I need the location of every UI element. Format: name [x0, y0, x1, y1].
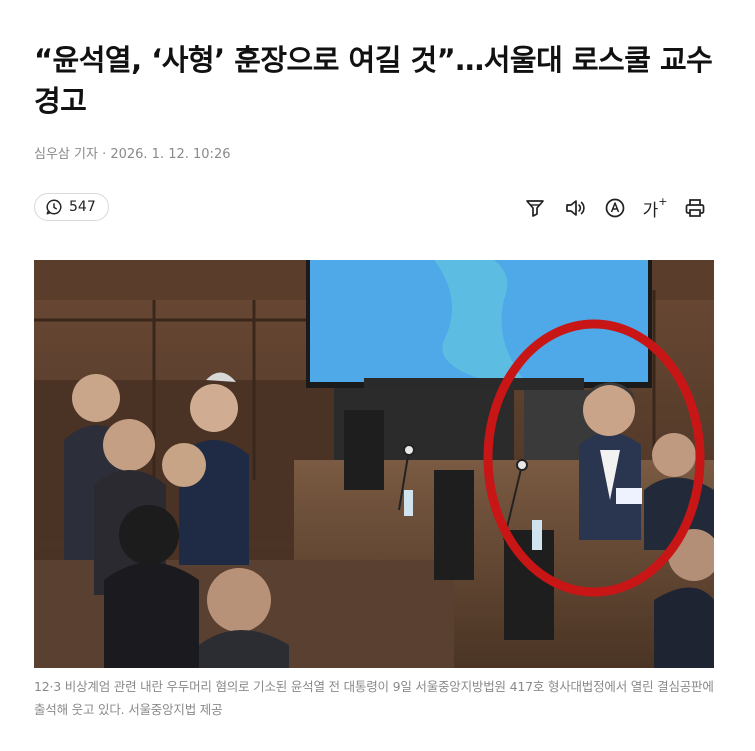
article-toolbar: 가 +: [523, 194, 707, 221]
print-button[interactable]: [683, 196, 707, 220]
comment-button[interactable]: 547: [34, 193, 109, 221]
font-size-button[interactable]: 가 +: [642, 194, 668, 221]
translate-button[interactable]: [603, 196, 627, 220]
article-headline: “윤석열, ‘사형’ 훈장으로 여길 것”…서울대 로스쿨 교수 경고: [34, 43, 713, 118]
filter-button[interactable]: [523, 196, 547, 220]
filter-icon: [526, 200, 544, 217]
comment-count: 547: [69, 199, 96, 215]
comment-icon: [46, 199, 62, 215]
speaker-icon: [566, 200, 585, 216]
article-byline: 심우삼 기자 · 2026. 1. 12. 10:26: [34, 147, 231, 162]
plus-icon: +: [658, 194, 668, 208]
article-photo: [34, 260, 714, 668]
font-size-icon: 가: [642, 200, 659, 221]
tts-button[interactable]: [563, 196, 587, 220]
print-icon: [685, 199, 705, 217]
translate-icon: [605, 198, 625, 218]
courtroom-photo: [34, 260, 714, 668]
photo-caption: 12·3 비상계엄 관련 내란 우두머리 혐의로 기소된 윤석열 전 대통령이 …: [34, 679, 714, 717]
